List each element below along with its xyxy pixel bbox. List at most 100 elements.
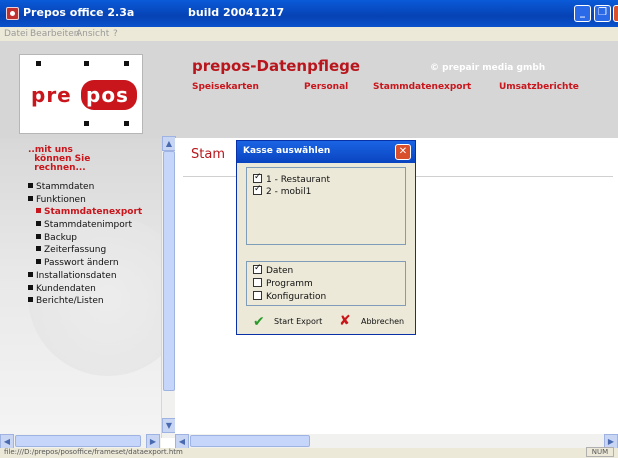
sidebar-item-backup[interactable]: Backup [36,233,77,243]
bullet-icon [28,183,33,188]
sidebar-item-label: Kundendaten [36,284,96,294]
sidebar-item-label: Zeiterfassung [44,245,107,255]
nav-speisekarten[interactable]: Speisekarten [192,82,259,92]
sidebar-item-funktionen[interactable]: Funktionen [28,195,86,205]
sidebar-item-stammdatenimport[interactable]: Stammdatenimport [36,220,132,230]
header-company: © prepair media gmbh [430,63,546,73]
sidebar: ..mit uns können Sie rechnen... Stammdat… [0,138,188,434]
close-button[interactable]: ✕ [613,5,618,22]
scroll-thumb[interactable] [190,435,310,447]
sidebar-item-label: Passwort ändern [44,258,119,268]
chevron-right-icon: ▶ [607,437,615,446]
chevron-up-icon: ▲ [165,139,173,148]
checkbox[interactable] [253,291,262,300]
menu-bar: Datei Bearbeiten Ansicht ? [0,27,618,41]
start-export-label: Start Export [274,317,323,326]
bullet-icon [36,259,41,264]
bullet-icon [36,234,41,239]
dialog-close-button[interactable]: ✕ [395,144,411,160]
logo-dot [84,121,89,126]
cancel-label: Abbrechen [361,317,405,326]
nav-stammdatenexport[interactable]: Stammdatenexport [373,82,471,92]
maximize-button[interactable]: ❐ [594,5,611,22]
status-url: file:///D:/prepos/posoffice/frameset/dat… [4,448,183,456]
chevron-down-icon: ▼ [165,421,173,430]
bullet-icon [28,196,33,201]
scroll-right-button[interactable]: ▶ [146,434,160,449]
sidebar-item-installationsdaten[interactable]: Installationsdaten [28,271,117,281]
page-title: Stam [191,147,225,162]
sidebar-item-passwort[interactable]: Passwort ändern [36,258,119,268]
bullet-icon [36,221,41,226]
scroll-left-button[interactable]: ◀ [0,434,14,449]
application-window: Prepos office 2.3a build 20041217 _ ❐ ✕ … [0,0,618,458]
checkbox[interactable] [253,278,262,287]
page-header: pre pos prepos-Datenpflege © prepair med… [0,41,618,138]
bullet-icon [28,272,33,277]
kasse-label: 2 - mobil1 [266,187,312,197]
option-daten[interactable]: Daten [253,263,294,276]
checkbox[interactable] [253,263,262,274]
header-title: prepos-Datenpflege [192,57,361,75]
checkmark-icon: ✔ [253,314,265,330]
scroll-down-button[interactable]: ▼ [162,418,176,433]
sidebar-item-label: Installationsdaten [36,271,117,281]
kasse-dialog: Kasse auswählen ✕ 1 - Restaurant 2 - mob… [236,140,416,335]
sidebar-horizontal-scrollbar[interactable]: ◀ ▶ [0,434,161,449]
app-icon[interactable] [6,7,19,20]
menu-bearbeiten[interactable]: Bearbeiten [30,29,79,39]
kasse-checkbox-1[interactable]: 1 - Restaurant [253,172,330,185]
dialog-title-bar[interactable]: Kasse auswählen ✕ [237,141,415,163]
prepos-logo[interactable]: pre pos [19,54,143,134]
option-programm[interactable]: Programm [253,278,313,289]
chevron-right-icon: ▶ [149,437,157,446]
option-label: Daten [266,266,294,276]
sidebar-item-label: Berichte/Listen [36,296,104,306]
sidebar-item-kundendaten[interactable]: Kundendaten [28,284,96,294]
sidebar-slogan: ..mit uns können Sie rechnen... [28,145,91,173]
scroll-thumb[interactable] [15,435,141,447]
option-label: Konfiguration [266,292,327,302]
sidebar-vertical-scrollbar[interactable]: ▲ ▼ [161,136,176,438]
bullet-icon [36,208,41,213]
nav-umsatzberichte[interactable]: Umsatzberichte [499,82,579,92]
menu-ansicht[interactable]: Ansicht [76,29,109,39]
red-x-icon: ✘ [339,313,351,329]
sidebar-item-label: Stammdaten [36,182,95,192]
scroll-up-button[interactable]: ▲ [162,136,176,151]
menu-help[interactable]: ? [113,29,118,39]
menu-datei[interactable]: Datei [4,29,28,39]
kasse-label: 1 - Restaurant [266,175,330,185]
sidebar-item-label: Backup [44,233,77,243]
bullet-icon [36,246,41,251]
option-konfiguration[interactable]: Konfiguration [253,291,326,302]
window-title: Prepos office 2.3a [23,6,135,19]
sidebar-item-zeiterfassung[interactable]: Zeiterfassung [36,245,106,255]
logo-text-pos: pos [86,83,129,107]
scroll-left-button[interactable]: ◀ [175,434,189,449]
logo-dot [84,61,89,66]
nav-personal[interactable]: Personal [304,82,348,92]
sidebar-item-label: Funktionen [36,195,86,205]
main-horizontal-scrollbar[interactable]: ◀ ▶ [175,434,618,449]
kasse-checkbox-2[interactable]: 2 - mobil1 [253,184,312,197]
cancel-button[interactable]: ✘ Abbrechen [339,313,409,331]
minimize-button[interactable]: _ [574,5,591,22]
checkbox[interactable] [253,184,262,195]
export-options: Daten Programm Konfiguration [246,261,406,306]
bullet-icon [28,285,33,290]
start-export-button[interactable]: ✔ Start Export [253,313,323,331]
sidebar-item-stammdaten[interactable]: Stammdaten [28,182,94,192]
sidebar-item-berichte[interactable]: Berichte/Listen [28,296,104,306]
logo-text-pre: pre [31,83,72,107]
title-bar[interactable]: Prepos office 2.3a build 20041217 _ ❐ ✕ [0,0,618,27]
checkbox[interactable] [253,172,262,183]
chevron-left-icon: ◀ [178,437,186,446]
logo-dot [124,121,129,126]
scroll-thumb[interactable] [163,151,175,391]
sidebar-item-stammdatenexport[interactable]: Stammdatenexport [36,207,142,217]
build-label: build 20041217 [188,6,285,19]
chevron-left-icon: ◀ [3,437,11,446]
status-bar: file:///D:/prepos/posoffice/frameset/dat… [0,447,618,458]
maximize-icon: ❐ [598,7,607,18]
